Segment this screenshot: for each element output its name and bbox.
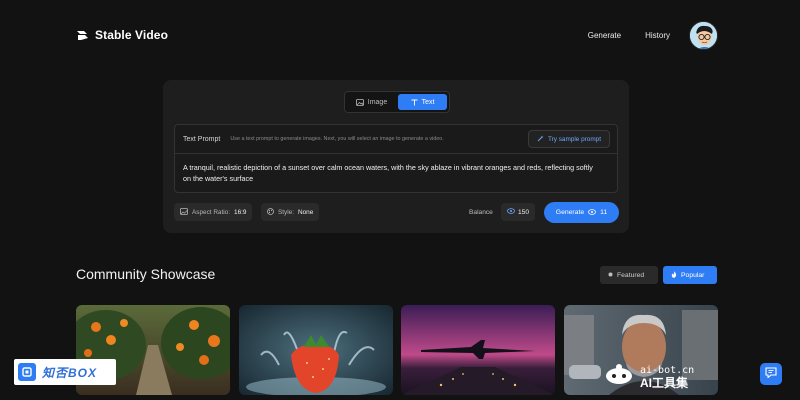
watermark-right-text: ai-bot.cn AI工具集 [640,365,694,389]
nav-generate[interactable]: Generate [588,31,621,40]
aspect-ratio-icon [180,207,188,217]
app-name: Stable Video [95,28,169,42]
try-sample-prompt-button[interactable]: Try sample prompt [527,130,610,148]
dot-icon [608,272,613,279]
generate-button[interactable]: Generate 11 [544,202,619,223]
credits-icon [507,208,515,216]
prompt-box: Text Prompt Use a text prompt to generat… [174,124,618,193]
top-nav: Generate History [588,31,670,40]
prompt-hint: Use a text prompt to generate images. Ne… [230,136,444,142]
balance-badge: 150 [501,203,535,221]
app-logo[interactable]: Stable Video [76,28,168,42]
prompt-title: Text Prompt [183,135,221,143]
balance-label: Balance [469,209,493,216]
aspect-ratio-select[interactable]: Aspect Ratio: 16:9 [174,203,253,221]
generator-panel: Image Text Text Prompt Use a text prompt… [163,80,629,233]
text-icon [411,99,418,106]
style-select[interactable]: Style: None [261,203,320,221]
avatar[interactable] [689,21,718,50]
generate-label: Generate [555,209,585,216]
zhifou-logo-icon [18,363,36,381]
chat-icon [765,365,777,383]
try-sample-prompt-label: Try sample prompt [547,135,601,143]
mode-image-button[interactable]: Image [347,94,396,110]
mode-toggle: Image Text [344,91,450,113]
showcase-card-strawberry-splash[interactable] [239,305,393,395]
watermark-left-text: 知否BOX [42,365,98,380]
magic-wand-icon [537,135,544,144]
prompt-header: Text Prompt Use a text prompt to generat… [175,125,617,154]
balance-value: 150 [517,208,529,216]
mode-text-button[interactable]: Text [398,94,447,110]
style-label: Style: [278,208,294,216]
watermark-ai-bot: ai-bot.cn AI工具集 [604,363,694,390]
stable-video-logo-icon [76,29,89,42]
filter-featured-label: Featured [617,271,645,279]
generate-cost: 11 [600,209,608,216]
style-value: None [297,208,314,216]
mode-text-label: Text [421,98,435,106]
flame-icon [671,270,677,280]
watermark-zhifou-box: 知否BOX [14,359,116,385]
header: Stable Video Generate History [0,0,800,72]
prompt-textarea[interactable]: A tranquil, realistic depiction of a sun… [175,154,605,184]
watermark-right-top: ai-bot.cn [640,364,695,376]
filter-popular-label: Popular [681,271,705,279]
image-icon [355,98,364,106]
filter-popular[interactable]: Popular [663,266,717,284]
credits-icon [588,208,597,217]
feedback-chat-button[interactable] [760,363,782,385]
showcase-card-plane-sunset[interactable] [401,305,555,395]
ai-bot-logo-icon [604,363,634,390]
mode-image-label: Image [367,98,388,106]
palette-icon [267,207,274,217]
aspect-ratio-value: 16:9 [234,208,247,216]
showcase-title: Community Showcase [76,266,216,282]
nav-history[interactable]: History [645,31,670,40]
aspect-ratio-label: Aspect Ratio: [192,208,231,216]
filter-featured[interactable]: Featured [600,266,658,284]
watermark-right-bottom: AI工具集 [640,375,689,390]
